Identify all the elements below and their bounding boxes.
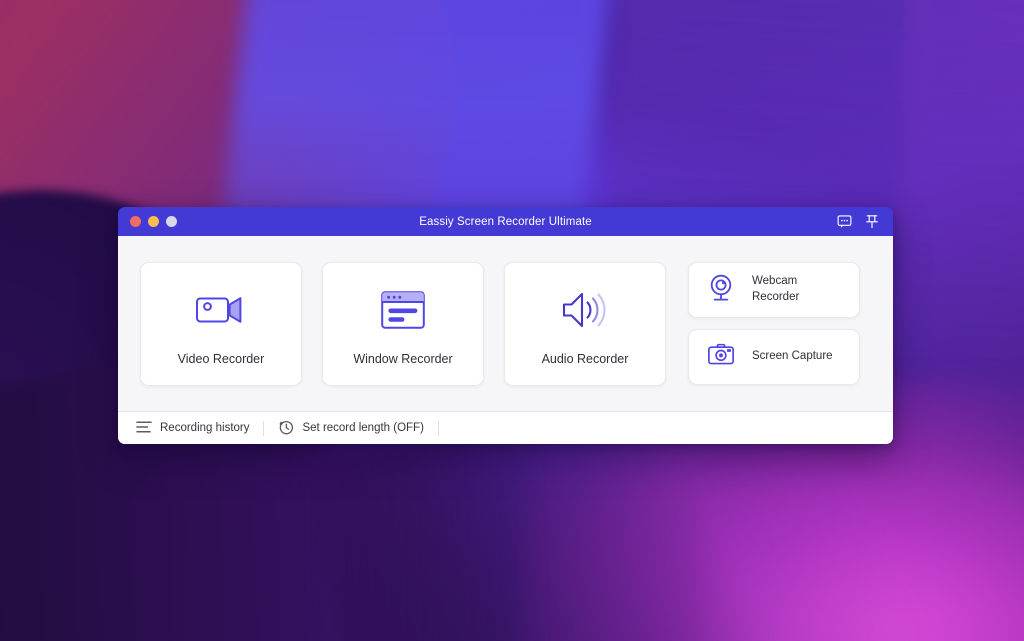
set-record-length-button[interactable]: Set record length (OFF) <box>278 412 424 444</box>
webcam-recorder-label: Webcam Recorder <box>752 275 800 303</box>
list-icon <box>136 420 152 437</box>
video-recorder-card[interactable]: Video Recorder <box>140 261 302 386</box>
window-body: Video Recorder Window Recorder Audio Rec… <box>118 236 893 444</box>
speaker-icon <box>559 282 611 338</box>
camera-icon <box>707 342 735 373</box>
mode-cards-area: Video Recorder Window Recorder Audio Rec… <box>118 236 893 411</box>
video-recorder-label: Video Recorder <box>177 351 265 366</box>
bottom-toolbar: Recording history Set record length (OFF… <box>118 411 893 444</box>
screen-capture-card[interactable]: Screen Capture <box>688 329 860 385</box>
traffic-light-group <box>130 216 177 227</box>
video-camera-icon <box>195 282 247 338</box>
set-record-length-label: Set record length (OFF) <box>302 422 424 434</box>
app-window: Eassiy Screen Recorder Ultimate Video Re… <box>118 207 893 444</box>
toolbar-divider-2 <box>437 420 439 436</box>
pin-icon[interactable] <box>865 214 879 229</box>
desktop-wallpaper: Eassiy Screen Recorder Ultimate Video Re… <box>0 0 1024 641</box>
title-bar-actions <box>837 214 879 229</box>
window-title: Eassiy Screen Recorder Ultimate <box>419 215 592 228</box>
window-icon <box>380 282 426 338</box>
maximize-button[interactable] <box>166 216 177 227</box>
recording-history-button[interactable]: Recording history <box>136 412 249 444</box>
window-recorder-card[interactable]: Window Recorder <box>322 261 484 386</box>
timer-icon <box>278 419 294 438</box>
toolbar-divider-1 <box>263 420 265 436</box>
screen-capture-label: Screen Capture <box>752 350 833 363</box>
recording-history-label: Recording history <box>160 422 250 434</box>
audio-recorder-card[interactable]: Audio Recorder <box>504 261 666 386</box>
secondary-cards-column: Webcam Recorder Screen Capture <box>688 262 860 385</box>
webcam-recorder-card[interactable]: Webcam Recorder <box>688 262 860 318</box>
window-recorder-label: Window Recorder <box>353 351 453 366</box>
webcam-icon <box>707 273 735 308</box>
title-bar[interactable]: Eassiy Screen Recorder Ultimate <box>118 207 893 236</box>
minimize-button[interactable] <box>148 216 159 227</box>
audio-recorder-label: Audio Recorder <box>541 351 629 366</box>
close-button[interactable] <box>130 216 141 227</box>
chat-bubble-icon[interactable] <box>837 214 852 229</box>
